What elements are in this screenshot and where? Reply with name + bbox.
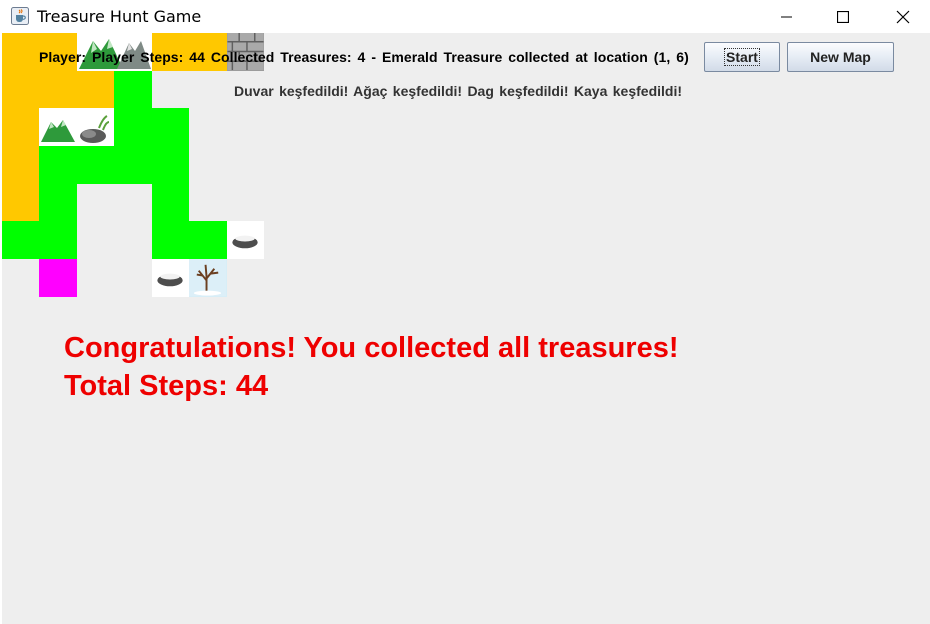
maximize-button[interactable] <box>820 0 866 33</box>
game-panel: Player: Player Steps: 44 Collected Treas… <box>2 33 930 624</box>
snow-rock-tile <box>227 221 264 259</box>
close-icon <box>896 10 910 23</box>
start-button-label: Start <box>724 48 760 66</box>
mountain-tile <box>39 108 114 146</box>
discovered-cell <box>152 221 227 259</box>
discovered-cell <box>39 146 189 184</box>
discovered-cell <box>114 108 189 146</box>
discovered-cell <box>114 71 152 108</box>
new-map-button-label: New Map <box>810 49 871 65</box>
new-map-button[interactable]: New Map <box>787 42 894 72</box>
snow-tree-icon <box>189 259 226 296</box>
start-button[interactable]: Start <box>704 42 780 72</box>
congratulations-message: Congratulations! You collected all treas… <box>64 332 679 364</box>
window-title: Treasure Hunt Game <box>37 7 202 26</box>
mountain-icon <box>41 115 110 143</box>
snow-rock-tile <box>152 259 189 297</box>
discovered-cell <box>39 183 77 221</box>
java-coffee-cup-icon <box>11 7 29 25</box>
minimize-button[interactable] <box>764 0 810 33</box>
minimize-icon <box>781 16 792 17</box>
snow-rock-icon <box>157 273 183 287</box>
discovered-cell <box>2 221 77 259</box>
maximize-icon <box>837 10 849 23</box>
close-button[interactable] <box>880 0 926 33</box>
status-text: Player: Player Steps: 44 Collected Treas… <box>39 49 689 65</box>
player-marker <box>39 259 77 297</box>
discovered-cell <box>152 183 189 221</box>
result-message-block: Congratulations! You collected all treas… <box>64 329 679 405</box>
total-steps-message: Total Steps: 44 <box>64 370 269 402</box>
discoveries-text: Duvar keşfedildi! Ağaç keşfedildi! Dag k… <box>234 83 683 99</box>
snow-rock-icon <box>232 235 258 249</box>
title-bar: Treasure Hunt Game <box>0 0 930 33</box>
snow-tree-tile <box>189 259 227 297</box>
